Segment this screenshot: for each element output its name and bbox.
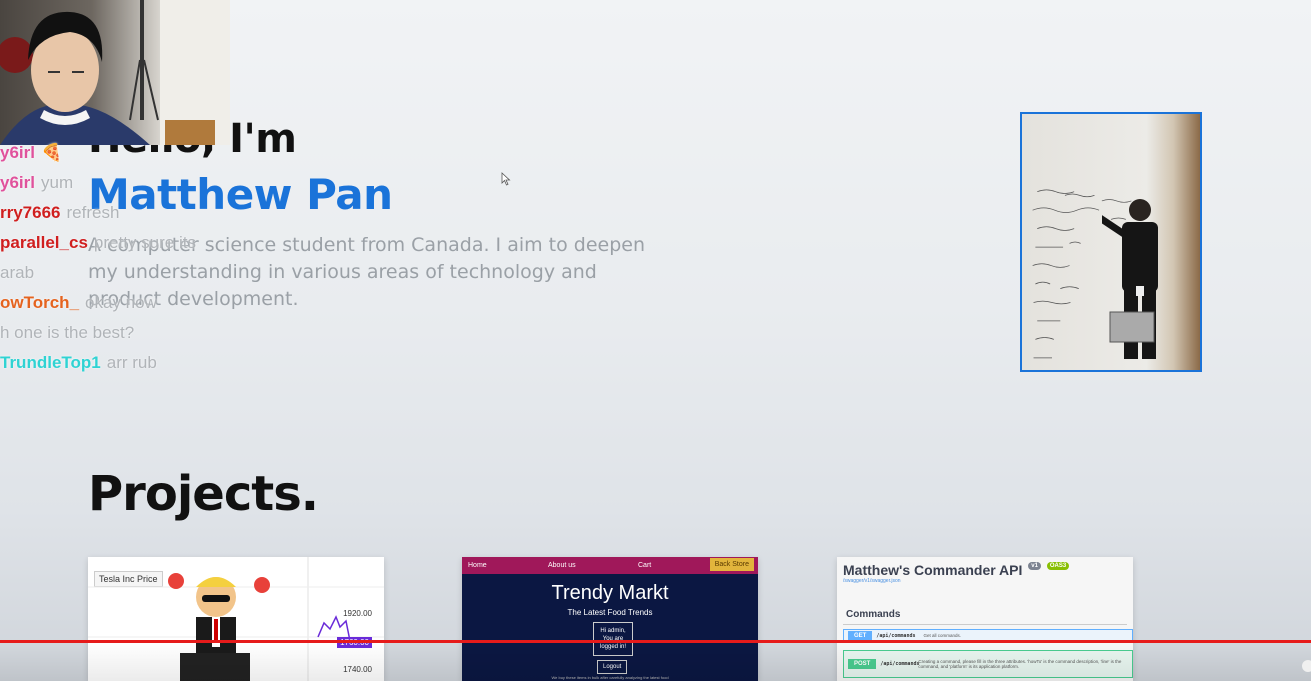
chat-message: TrundleTop1 arr rub [0,351,300,381]
chat-message: y6irl 🍕 [0,141,300,171]
chat-message: rry7666 refresh [0,201,300,231]
project-card-trendy-markt[interactable]: Home About us Cart Back Store Trendy Mar… [462,557,758,681]
swagger-json-link[interactable]: /swagger/v1/swagger.json [843,578,901,584]
chat-text: okay now [85,293,157,312]
chat-message: y6irl yum [0,171,300,201]
chat-text: h one is the best? [0,323,135,342]
login-line: logged in! [599,644,627,650]
mouse-pointer-icon [501,172,511,186]
chat-text: refresh [66,203,120,222]
trendy-footer-text: We buy these items in bulk after careful… [551,675,669,680]
trendy-subtitle: The Latest Food Trends [567,608,653,617]
webcam-feed [0,0,230,145]
project-card-commander-api[interactable]: Matthew's Commander API v1 OAS3 /swagger… [837,557,1133,681]
version-badge: v1 [1028,562,1041,570]
webcam-image [0,0,230,145]
chat-text: pretty sure its [93,233,196,252]
chat-username: y6irl [0,173,35,192]
chat-username: y6irl [0,143,35,162]
project-card-stock[interactable]: Tesla Inc Price 1920.00 1760.00 1740.00 [88,557,384,681]
stock-meme-illustration [88,557,384,681]
chat-username: owTorch_ [0,293,80,312]
price-label: 1740.00 [343,665,372,674]
chat-username: rry7666 [0,203,61,222]
login-status-box: Hi admin, You are logged in! [593,622,633,656]
chat-message: h one is the best? [0,321,300,351]
trendy-nav: Home About us Cart Back Store [462,557,758,574]
video-progress-bar[interactable] [0,640,1311,643]
profile-photo [1020,112,1202,372]
logout-button[interactable]: Logout [597,660,628,674]
oas-badge: OAS3 [1046,562,1070,570]
chat-username: parallel_cs [0,233,88,252]
method-badge: POST [848,659,877,669]
person-figure [1102,199,1158,359]
nav-home[interactable]: Home [468,562,487,569]
endpoint-description: Get all commands. [923,633,961,638]
endpoint-path: /api/commands [880,661,920,667]
login-line: Hi admin, [600,628,626,634]
chat-text: arr rub [106,353,157,372]
chat-text: 🍕 [40,143,63,162]
api-title-text: Matthew's Commander API [843,562,1023,578]
price-label: 1920.00 [343,609,372,618]
endpoint-row[interactable]: POST /api/commands Creating a command, p… [843,650,1133,678]
api-title: Matthew's Commander API v1 OAS3 [843,562,1070,578]
nav-about[interactable]: About us [548,562,576,569]
chat-username: TrundleTop1 [0,353,101,372]
method-badge: GET [848,630,873,641]
trendy-title: Trendy Markt [551,582,669,604]
projects-heading: Projects. [88,466,319,522]
endpoint-description: Creating a command, please fill in the t… [918,659,1122,669]
chat-message: arab [0,261,300,291]
divider [843,624,1127,625]
api-section-title: Commands [846,609,901,620]
stream-chat: y6irl 🍕 y6irl yum rry7666 refresh parallel_… [0,141,300,381]
chat-text: yum [40,173,74,192]
chat-text: arab [0,263,35,282]
nav-cart[interactable]: Cart [638,562,651,569]
chat-message: parallel_cs pretty sure its [0,231,300,261]
endpoint-path: /api/commands [876,632,916,639]
video-scrubber-handle[interactable] [1302,660,1311,672]
back-store-button[interactable]: Back Store [709,558,754,571]
chat-message: owTorch_ okay now [0,291,300,321]
